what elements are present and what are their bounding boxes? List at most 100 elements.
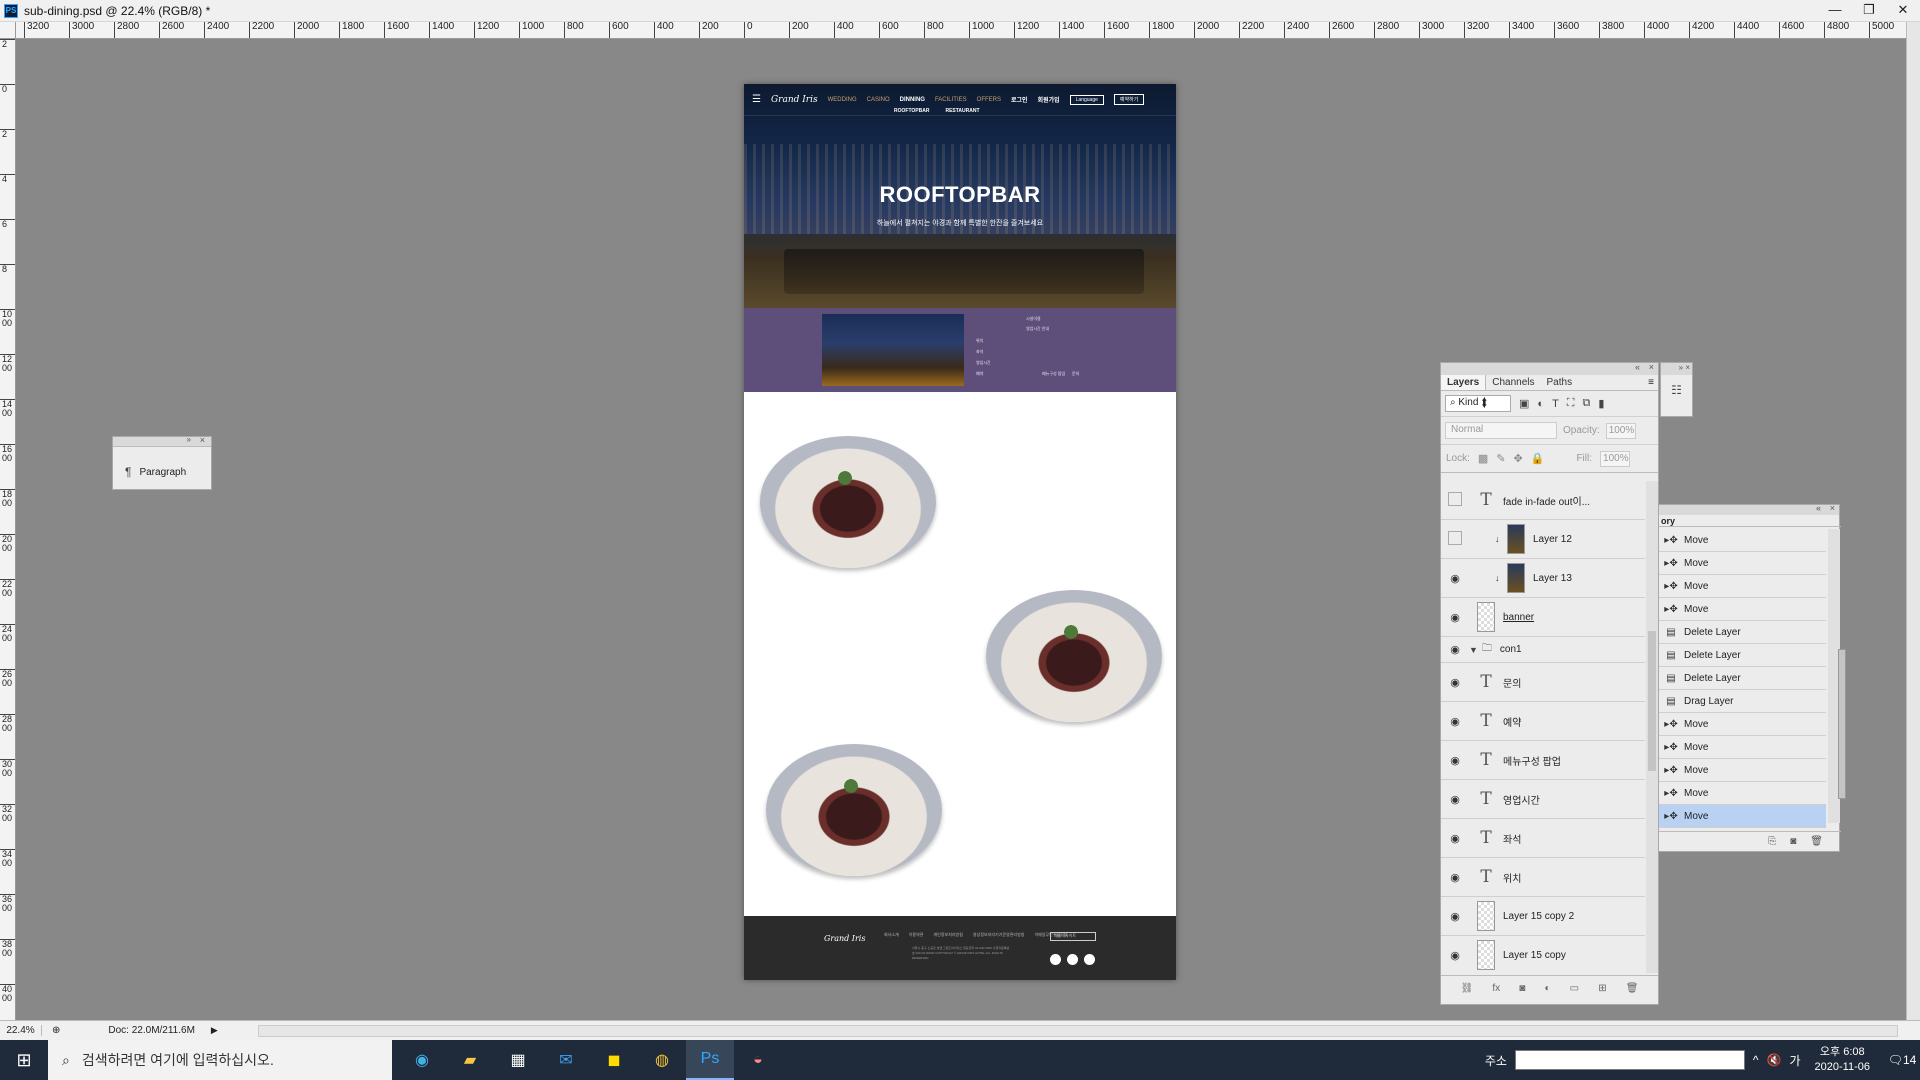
history-item[interactable]: ▸✥ Move [1658,598,1826,621]
visibility-eye-icon[interactable]: ◉ [1441,715,1469,728]
layer-row[interactable]: ◉ T 예약 [1441,702,1645,741]
visibility-eye-icon[interactable]: ◉ [1441,643,1469,656]
lock-pixels-icon[interactable]: ✎ [1496,452,1505,465]
image-filter-icon[interactable]: ▣ [1519,397,1529,410]
history-item[interactable]: ▸✥ Move [1658,713,1826,736]
lock-transparent-icon[interactable]: ▩ [1478,452,1488,465]
zoom-field[interactable]: 22.4% [0,1025,42,1036]
visibility-eye-icon[interactable]: ◉ [1441,754,1469,767]
filter-toggle-icon[interactable]: ▮ [1598,397,1604,410]
layer-row[interactable]: ↓ Layer 12 [1441,520,1645,559]
notification-icon[interactable]: 🗨14 [1884,1053,1920,1067]
adjustment-filter-icon[interactable]: ◐ [1537,398,1544,410]
kakaotalk-icon[interactable]: ◼ [590,1040,638,1080]
layer-row[interactable]: ◉ T 문의 [1441,663,1645,702]
trash-icon[interactable]: 🗑 [1626,983,1639,994]
file-explorer-icon[interactable]: ▰ [446,1040,494,1080]
ruler-corner[interactable] [0,22,16,39]
zoom-icon[interactable]: ⊕ [52,1025,60,1036]
history-item[interactable]: ▸✥ Move [1658,759,1826,782]
layer-row[interactable]: ◉ ▼ 🗀 con1 [1441,637,1645,663]
restore-button[interactable]: ❐ [1852,0,1886,22]
horizontal-ruler[interactable]: 3200 3000 2800 2600 2400 2200 2000 1800 1600 1400… [16,22,1906,39]
visibility-eye-icon[interactable]: ◉ [1441,572,1469,585]
panel-menu-icon[interactable]: ≡ [1648,377,1654,388]
visibility-eye-icon[interactable] [1441,492,1469,509]
collapse-icon[interactable]: « [1635,362,1640,372]
address-input[interactable] [1514,1050,1745,1070]
tray-chevron-icon[interactable]: ^ [1753,1053,1759,1067]
document-canvas[interactable]: ☰ Grand Iris WEDDING CASINO DINNING FACI… [744,84,1176,980]
layer-row[interactable]: ◉ banner [1441,598,1645,637]
visibility-eye-icon[interactable]: ◉ [1441,871,1469,884]
visibility-eye-icon[interactable] [1441,531,1469,548]
collapse-icon[interactable]: » [187,435,191,444]
history-item[interactable]: ▸✥ Move [1658,736,1826,759]
vertical-scrollbar[interactable] [1906,22,1920,1030]
type-filter-icon[interactable]: T [1552,398,1559,410]
visibility-eye-icon[interactable]: ◉ [1441,910,1469,923]
layer-row[interactable]: ◉ ↓ Layer 13 [1441,559,1645,598]
snapshot-icon[interactable]: ◙ [1790,836,1796,847]
start-icon[interactable]: ⊞ [0,1040,48,1080]
photoshop-taskbar-icon[interactable]: Ps [686,1040,734,1080]
close-icon[interactable]: × [200,435,205,445]
lock-all-icon[interactable]: 🔒 [1531,452,1545,465]
group-expand-icon[interactable]: ▼ [1469,645,1478,655]
paragraph-button[interactable]: ¶ Paragraph [125,465,186,479]
close-icon[interactable]: × [1830,503,1835,513]
smart-object-filter-icon[interactable]: ⧉ [1583,397,1591,410]
panel-header[interactable]: « × [1441,362,1658,375]
layer-row[interactable]: ◉ Layer 15 copy [1441,936,1645,973]
history-item[interactable]: ▸✥ Move [1658,552,1826,575]
minimize-button[interactable]: — [1818,0,1852,22]
collapse-icon[interactable]: » × [1661,363,1692,375]
visibility-eye-icon[interactable]: ◉ [1441,676,1469,689]
collapse-icon[interactable]: « [1816,503,1821,513]
store-icon[interactable]: ▦ [494,1040,542,1080]
properties-icon[interactable]: ☷ [1661,383,1692,397]
shape-filter-icon[interactable]: ⛶ [1567,397,1575,410]
new-layer-icon[interactable]: ⊞ [1598,983,1606,994]
horizontal-scrollbar[interactable] [258,1025,1898,1037]
clock[interactable]: 오후 6:08 2020-11-06 [1815,1045,1870,1075]
layer-row[interactable]: ◉ T 영업시간 [1441,780,1645,819]
fill-field[interactable]: 100% [1600,450,1631,467]
new-group-icon[interactable]: ▭ [1570,983,1579,994]
filter-kind-select[interactable]: ⌕ Kind ⬍ [1445,395,1511,412]
history-item[interactable]: ▸✥ Move [1658,782,1826,805]
history-item[interactable]: ▤ Delete Layer [1658,621,1826,644]
layers-scrollbar[interactable] [1646,481,1658,973]
ime-indicator[interactable]: 가 [1790,1052,1801,1069]
panel-header[interactable]: » × [113,435,211,447]
visibility-eye-icon[interactable]: ◉ [1441,611,1469,624]
volume-muted-icon[interactable]: 🔇 [1767,1053,1782,1067]
vertical-ruler[interactable]: 2 0 2 4 6 8 1000 1200 1400 1600 1800 2000 2200 2400 26… [0,39,16,1020]
other-app-icon[interactable]: ◒ [734,1040,782,1080]
history-item[interactable]: ▤ Drag Layer [1658,690,1826,713]
tab-channels[interactable]: Channels [1486,375,1540,390]
edge-icon[interactable]: ◉ [398,1040,446,1080]
opacity-field[interactable]: 100% [1605,422,1636,439]
visibility-eye-icon[interactable]: ◉ [1441,832,1469,845]
history-item[interactable]: ▸✥ Move [1658,575,1826,598]
layer-row[interactable]: Tfade in-fade out이... [1441,481,1645,520]
history-item[interactable]: ▸✥ Move [1658,529,1826,552]
lock-position-icon[interactable]: ✥ [1514,452,1523,465]
layer-row[interactable]: ◉ T 메뉴구성 팝업 [1441,741,1645,780]
status-menu-arrow-icon[interactable]: ▶ [211,1025,218,1036]
layer-row[interactable]: ◉ Layer 15 copy 2 [1441,897,1645,936]
history-item[interactable]: ▸✥ Move [1658,805,1826,828]
history-tab[interactable]: ory [1658,515,1841,527]
visibility-eye-icon[interactable]: ◉ [1441,949,1469,962]
history-item[interactable]: ▤ Delete Layer [1658,644,1826,667]
history-scrollbar[interactable] [1828,529,1846,823]
blend-mode-select[interactable]: Normal [1445,422,1557,439]
trash-icon[interactable]: 🗑 [1810,836,1823,847]
tab-layers[interactable]: Layers [1441,375,1487,390]
tab-paths[interactable]: Paths [1541,375,1579,390]
taskbar-search[interactable]: ⌕ 검색하려면 여기에 입력하십시오. [48,1040,392,1080]
panel-header[interactable]: « × [1658,503,1839,515]
mail-icon[interactable]: ✉ [542,1040,590,1080]
close-icon[interactable]: × [1649,362,1654,372]
